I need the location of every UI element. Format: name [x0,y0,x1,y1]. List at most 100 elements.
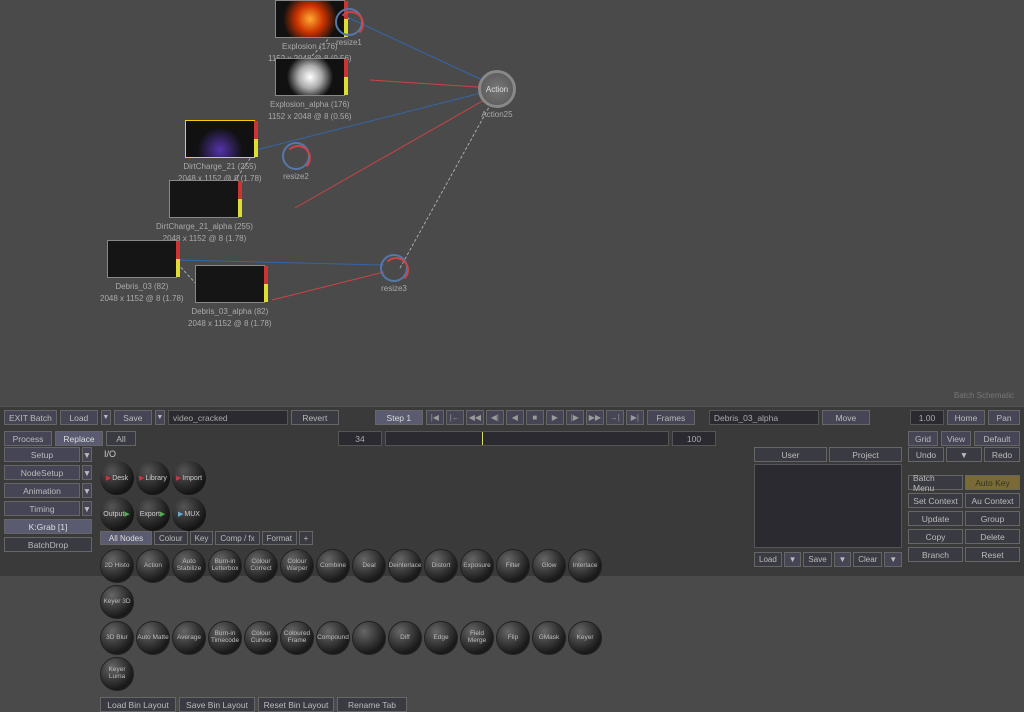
ffwd-button[interactable]: ▶▶ [586,410,604,425]
cur-frame-field[interactable] [338,431,382,446]
node-ball[interactable]: 3D Blur [100,621,134,655]
node-ball[interactable]: Glow [532,549,566,583]
step-fwd-button[interactable]: |▶ [566,410,584,425]
animation-dropdown[interactable]: ▼ [82,483,92,498]
node-ball[interactable]: Burn-in Letterbox [208,549,242,583]
tab-key[interactable]: Key [190,531,214,545]
node-ball[interactable]: Compound [316,621,350,655]
load-dropdown[interactable]: ▼ [101,410,111,425]
node-ball[interactable]: Edge [424,621,458,655]
user-save-dd[interactable]: ▼ [834,552,852,567]
node-ball[interactable]: Auto Stabilize [172,549,206,583]
action-node[interactable]: Action Action25 [478,70,516,120]
node-ball[interactable]: Interlace [568,549,602,583]
node-ball[interactable]: Deinterlace [388,549,422,583]
kgrab-button[interactable]: K:Grab [1] [4,519,92,534]
redo-button[interactable]: Redo [984,447,1020,462]
io-output[interactable]: Output▶ [100,497,134,531]
node-ball[interactable]: Colour Correct [244,549,278,583]
setup-dropdown[interactable]: ▼ [82,447,92,462]
schematic-canvas[interactable]: Explosion (176) 1152 x 2048 @ 8 (0.56) E… [0,0,1024,406]
node-ball[interactable]: GMask [532,621,566,655]
play-back-button[interactable]: ◀ [506,410,524,425]
reset-bin-layout[interactable]: Reset Bin Layout [258,697,334,712]
resize-node-2[interactable]: resize2 [282,142,310,182]
nodesetup-button[interactable]: NodeSetup [4,465,80,480]
user-tab[interactable]: User [754,447,827,462]
node-ball[interactable]: Deal [352,549,386,583]
reset-button[interactable]: Reset [965,547,1020,562]
clip-name-input[interactable] [709,410,819,425]
au-context-button[interactable]: Au Context [965,493,1020,508]
node-ball[interactable]: Keyer [568,621,602,655]
node-ball[interactable]: Combine [316,549,350,583]
node-ball[interactable]: 2D Histo [100,549,134,583]
node-ball[interactable]: Keyer Luma [100,657,134,691]
revert-button[interactable]: Revert [291,410,339,425]
all-button[interactable]: All [106,431,136,446]
user-load-dd[interactable]: ▼ [784,552,802,567]
timeline[interactable] [385,431,669,446]
copy-button[interactable]: Copy [908,529,963,544]
default-button[interactable]: Default [974,431,1020,446]
step-back-button[interactable]: ◀| [486,410,504,425]
node-ball[interactable]: Colour Warper [280,549,314,583]
save-dropdown[interactable]: ▼ [155,410,165,425]
clip-dirtcharge[interactable]: DirtCharge_21 (255) 2048 x 1152 @ 8 (1.7… [178,120,262,183]
stop-button[interactable]: ■ [526,410,544,425]
node-ball[interactable]: Diff [388,621,422,655]
node-ball[interactable] [352,621,386,655]
rename-tab[interactable]: Rename Tab [337,697,407,712]
user-clear[interactable]: Clear [853,552,882,567]
load-button[interactable]: Load [60,410,98,425]
io-desk[interactable]: ▶Desk [100,461,134,495]
io-library[interactable]: ▶Library [136,461,170,495]
setup-button[interactable]: Setup [4,447,80,462]
node-ball[interactable]: Average [172,621,206,655]
user-area[interactable] [754,464,902,548]
move-button[interactable]: Move [822,410,870,425]
tab-colour[interactable]: Colour [154,531,188,545]
node-ball[interactable]: Exposure [460,549,494,583]
tab-comp[interactable]: Comp / fx [215,531,259,545]
frames-button[interactable]: Frames [647,410,695,425]
view-button[interactable]: View [941,431,971,446]
node-ball[interactable]: Filter [496,549,530,583]
end-frame-field[interactable] [672,431,716,446]
clip-explosion-alpha[interactable]: Explosion_alpha (176) 1152 x 2048 @ 8 (0… [268,58,352,121]
clip-debris-alpha[interactable]: Debris_03_alpha (82) 2048 x 1152 @ 8 (1.… [188,265,272,328]
replace-button[interactable]: Replace [55,431,103,446]
process-button[interactable]: Process [4,431,52,446]
exit-button[interactable]: EXIT Batch [4,410,57,425]
user-save[interactable]: Save [803,552,831,567]
branch-button[interactable]: Branch [908,547,963,562]
play-button[interactable]: ▶ [546,410,564,425]
load-bin-layout[interactable]: Load Bin Layout [100,697,176,712]
project-tab[interactable]: Project [829,447,902,462]
resize-node-3[interactable]: resize3 [380,254,408,294]
timing-button[interactable]: Timing [4,501,80,516]
io-mux[interactable]: ▶MUX [172,497,206,531]
next-key-button[interactable]: →| [606,410,624,425]
node-ball[interactable]: Keyer 3D [100,585,134,619]
node-ball[interactable]: Field Merge [460,621,494,655]
step-button[interactable]: Step 1 [375,410,423,425]
timing-dropdown[interactable]: ▼ [82,501,92,516]
grid-button[interactable]: Grid [908,431,938,446]
rewind-button[interactable]: ◀◀ [466,410,484,425]
pan-button[interactable]: Pan [988,410,1020,425]
clip-debris[interactable]: Debris_03 (82) 2048 x 1152 @ 8 (1.78) [100,240,184,303]
save-button[interactable]: Save [114,410,152,425]
auto-key-button[interactable]: Auto Key [965,475,1020,490]
user-clear-dd[interactable]: ▼ [884,552,902,567]
group-button[interactable]: Group [965,511,1020,526]
batch-menu-button[interactable]: Batch Menu [908,475,963,490]
batchdrop-button[interactable]: BatchDrop [4,537,92,552]
clip-dirtcharge-alpha[interactable]: DirtCharge_21_alpha (255) 2048 x 1152 @ … [156,180,253,243]
nodesetup-dropdown[interactable]: ▼ [82,465,92,480]
user-load[interactable]: Load [754,552,782,567]
resize-node-1[interactable]: resize1 [335,8,363,48]
io-export[interactable]: Export▶ [136,497,170,531]
undo-button[interactable]: Undo [908,447,944,462]
node-ball[interactable]: Colour Curves [244,621,278,655]
